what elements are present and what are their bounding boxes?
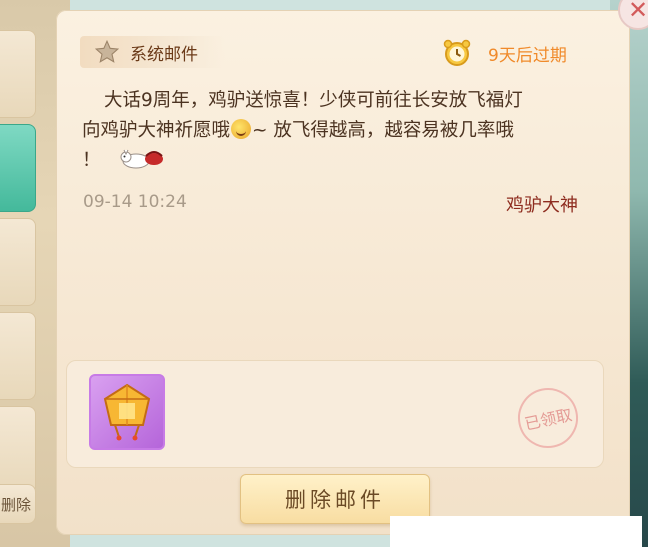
mail-time: 09-14 10:24	[83, 192, 187, 212]
attachment-item-slot[interactable]	[89, 374, 165, 450]
grin-emoji-icon	[231, 119, 252, 139]
star-icon	[94, 39, 120, 63]
sky-lantern-icon	[103, 383, 151, 441]
mail-list-tab-4[interactable]	[0, 312, 36, 400]
blank-overlay	[390, 516, 642, 547]
mail-body-line-2: 向鸡驴大神祈愿哦 ~ 放飞得越高，越容易被几率哦	[82, 119, 514, 141]
mail-sender: 鸡驴大神	[506, 195, 578, 216]
mail-category-tag: 系统邮件	[80, 36, 225, 68]
expire-text: 9天后过期	[488, 45, 567, 66]
mail-list-tab-2-active[interactable]	[0, 124, 36, 212]
alarm-clock-icon	[443, 39, 471, 66]
mail-list-tab-3[interactable]	[0, 218, 36, 306]
mail-list-tab-5[interactable]	[0, 406, 36, 494]
mail-body-line-1: 大话9周年，鸡驴送惊喜！少侠可前往长安放飞福灯	[104, 90, 523, 111]
close-icon: ✕	[627, 0, 648, 24]
donkey-sticker-icon	[120, 149, 164, 169]
side-delete-button[interactable]: 删除	[0, 484, 36, 524]
mail-body-line-3: ！	[82, 146, 592, 176]
expire-info: 9天后过期	[442, 38, 567, 68]
mail-category: 系统邮件	[130, 44, 198, 65]
side-delete-label: 删除	[0, 495, 31, 514]
mail-body: 大话9周年，鸡驴送惊喜！少侠可前往长安放飞福灯 向鸡驴大神祈愿哦 ~ 放飞得越高，…	[82, 86, 592, 176]
mail-list-tab-1[interactable]	[0, 30, 36, 118]
